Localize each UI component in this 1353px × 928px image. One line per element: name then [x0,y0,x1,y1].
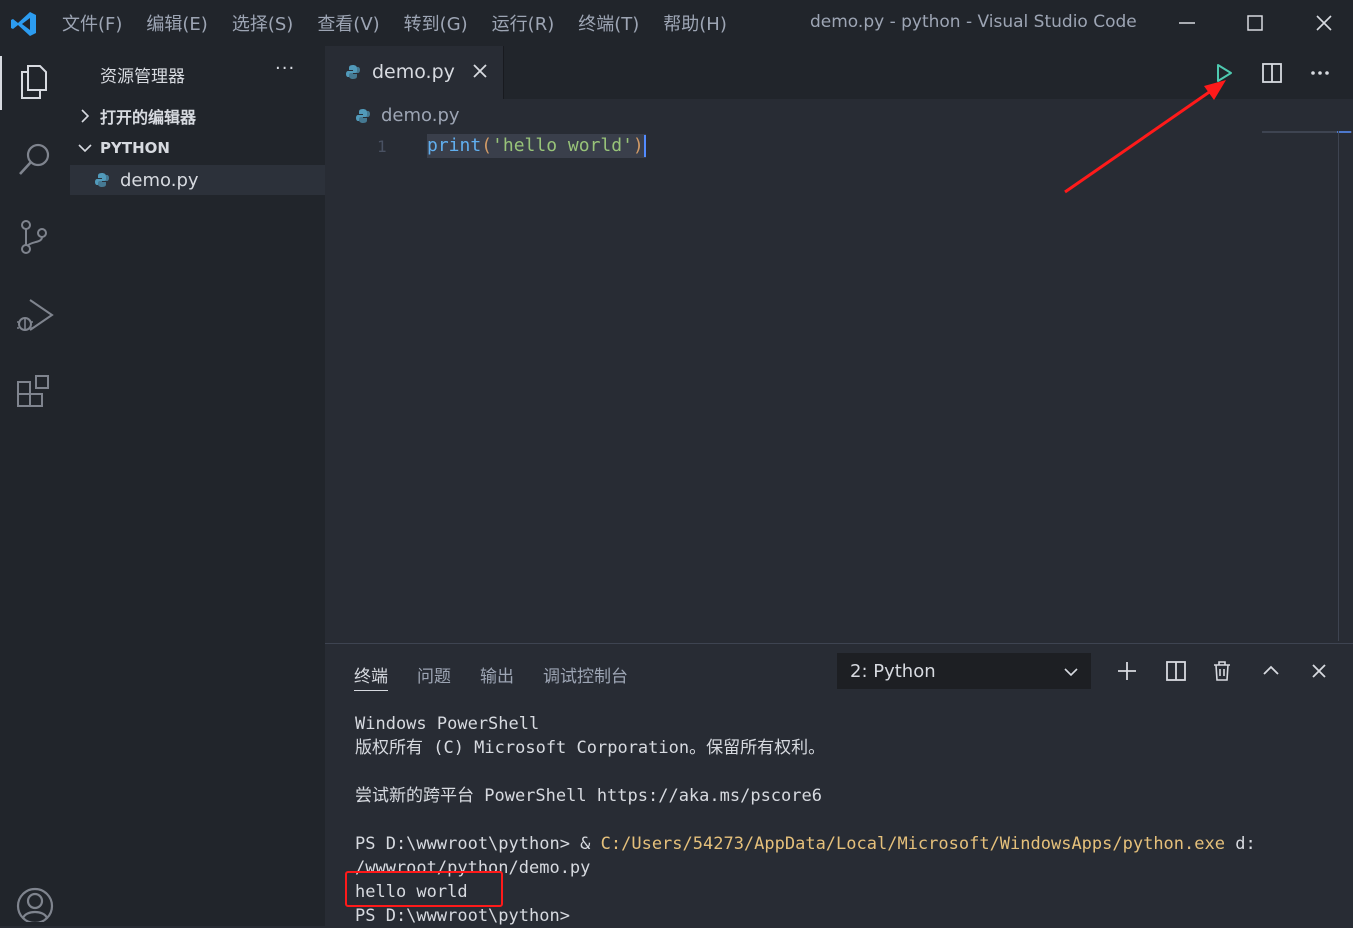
menu-run[interactable]: 运行(R) [492,10,555,36]
explorer-sidebar: 资源管理器 ··· 打开的编辑器 PYTHON demo.py [70,46,325,926]
code-paren-close: ) [632,135,644,156]
terminal-panel: 终端 问题 输出 调试控制台 2: Python Windows PowerSh… [325,643,1353,927]
menu-go[interactable]: 转到(G) [404,10,468,36]
editor-scrollbar[interactable] [1338,131,1339,641]
tab-output[interactable]: 输出 [480,662,514,687]
terminal-line: 尝试新的跨平台 PowerShell https://aka.ms/pscore… [355,786,822,806]
chevron-down-icon [78,144,92,153]
close-tab-icon[interactable] [471,62,489,80]
source-control-icon[interactable] [14,216,56,258]
tab-problems[interactable]: 问题 [417,662,451,687]
menu-edit[interactable]: 编辑(E) [146,10,207,36]
menu-view[interactable]: 查看(V) [317,10,379,36]
menu-file[interactable]: 文件(F) [62,10,122,36]
terminal-select-value: 2: Python [850,661,936,682]
title-bar: 文件(F) 编辑(E) 选择(S) 查看(V) 转到(G) 运行(R) 终端(T… [0,0,1353,46]
tab-debug-console[interactable]: 调试控制台 [543,662,628,687]
sidebar-title: 资源管理器 [100,67,185,87]
section-label: 打开的编辑器 [100,108,197,127]
chevron-down-icon [1064,668,1078,677]
code-string: 'hello world' [492,135,633,156]
active-indicator [0,56,2,110]
red-arrow-annotation [1064,80,1226,194]
file-item-demo-py[interactable]: demo.py [70,165,325,195]
line-number: 1 [377,137,387,156]
close-window-icon[interactable] [1309,8,1339,38]
terminal-line: /wwwroot/python/demo.py [355,858,591,878]
python-file-icon [356,108,370,123]
new-terminal-icon[interactable] [1116,660,1138,682]
section-label: PYTHON [100,139,170,157]
file-name: demo.py [120,169,199,191]
search-icon[interactable] [14,138,56,180]
explorer-icon[interactable] [14,60,56,102]
menu-bar: 文件(F) 编辑(E) 选择(S) 查看(V) 转到(G) 运行(R) 终端(T… [62,0,751,46]
terminal-command-line: PS D:\wwwroot\python> & C:/Users/54273/A… [355,832,1345,856]
menu-terminal[interactable]: 终端(T) [578,10,639,36]
extensions-icon[interactable] [14,372,56,414]
terminal-output[interactable]: Windows PowerShell 版权所有 (C) Microsoft Co… [355,712,1345,928]
code-line[interactable]: print('hello world') [427,134,646,158]
close-panel-icon[interactable] [1308,660,1330,682]
terminal-line: 版权所有 (C) Microsoft Corporation。保留所有权利。 [355,738,826,758]
tab-terminal[interactable]: 终端 [354,662,388,687]
code-function: print [427,135,482,156]
window-title: demo.py - python - Visual Studio Code [810,12,1137,32]
terminal-output-line: hello world [355,882,468,902]
breadcrumb[interactable]: demo.py [355,105,460,126]
highlight-box-annotation [345,871,503,907]
trash-icon[interactable] [1211,660,1233,682]
minimize-icon[interactable] [1172,8,1202,38]
tab-label: demo.py [372,61,455,83]
terminal-select[interactable]: 2: Python [837,653,1091,689]
minimap-slider[interactable] [1337,131,1351,133]
menu-selection[interactable]: 选择(S) [232,10,293,36]
terminal-command-path: C:/Users/54273/AppData/Local/Microsoft/W… [600,834,1225,854]
python-file-icon [346,65,360,79]
terminal-line: Windows PowerShell [355,714,540,734]
active-tab-underline [354,690,388,691]
python-file-icon [95,173,109,187]
terminal-prompt-line: PS D:\wwwroot\python> [355,906,570,926]
terminal-command-arg: d: [1224,834,1256,854]
account-icon[interactable] [14,880,56,922]
menu-help[interactable]: 帮助(H) [663,10,727,36]
split-terminal-icon[interactable] [1165,660,1187,682]
section-open-editors[interactable]: 打开的编辑器 [70,101,325,131]
code-paren-open: ( [481,135,493,156]
run-debug-icon[interactable] [14,294,56,336]
text-cursor [643,135,646,157]
breadcrumb-file: demo.py [381,105,460,126]
tab-demo-py[interactable]: demo.py [325,46,504,99]
maximize-icon[interactable] [1240,8,1270,38]
vscode-logo-icon [11,12,36,36]
terminal-prompt: PS D:\wwwroot\python> & [355,834,601,854]
chevron-right-icon [81,109,90,123]
sidebar-more-button[interactable]: ··· [275,58,295,79]
activity-bar [0,46,70,926]
more-actions-icon[interactable] [1308,61,1332,85]
chevron-up-icon[interactable] [1260,660,1282,682]
split-editor-icon[interactable] [1260,61,1284,85]
section-python[interactable]: PYTHON [70,133,325,163]
